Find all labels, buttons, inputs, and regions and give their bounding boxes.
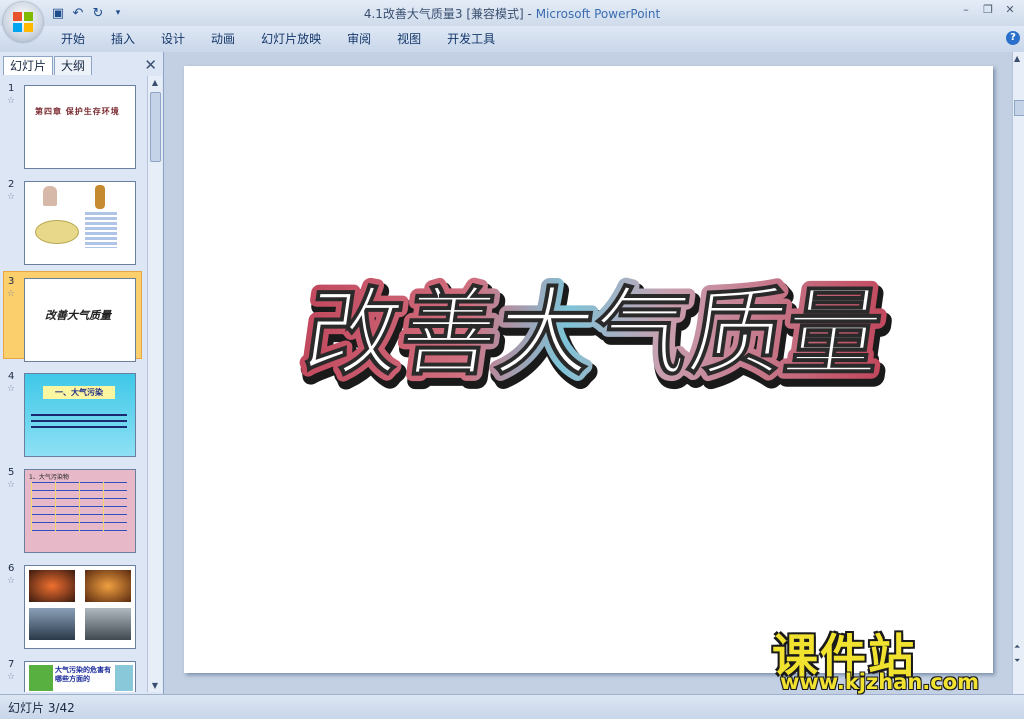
status-bar: 幻灯片 3/42: [0, 694, 1024, 719]
slide-thumbnail-6[interactable]: 6 ☆: [4, 559, 140, 649]
thumb-photo-icon: [29, 570, 75, 602]
slide-thumbnail-7[interactable]: 7 ☆ 大气污染的危害有哪些方面的: [4, 655, 140, 692]
watermark-url-text: www.kjzhan.com: [780, 670, 980, 694]
slide-thumb-image: 大气污染的危害有哪些方面的: [24, 661, 136, 692]
slide-number: 2: [8, 179, 15, 190]
help-icon[interactable]: ?: [1006, 31, 1020, 45]
thumb-pie-icon: [35, 220, 79, 244]
slide-thumbnail-3[interactable]: 3 ☆ 改善大气质量: [3, 271, 142, 362]
tab-design[interactable]: 设计: [148, 30, 198, 48]
thumb-text-lines: [31, 414, 127, 432]
tab-animation[interactable]: 动画: [198, 30, 248, 48]
slide-thumb-image: 1、大气污染物: [24, 469, 136, 553]
tab-slideshow[interactable]: 幻灯片放映: [248, 30, 334, 48]
animation-star-icon: ☆: [7, 672, 16, 682]
thumb-title-text: 改善大气质量: [45, 309, 111, 322]
document-title: 4.1改善大气质量3 [兼容模式]: [363, 7, 524, 21]
thumb-title-text: 一、大气污染: [43, 386, 115, 399]
scroll-down-icon[interactable]: ▼: [150, 681, 160, 690]
thumb-title-text: 大气污染的危害有哪些方面的: [55, 666, 111, 683]
animation-star-icon: ☆: [7, 192, 16, 202]
tab-view[interactable]: 视图: [384, 30, 434, 48]
next-slide-icon[interactable]: ⏷: [1014, 656, 1020, 666]
tab-slides[interactable]: 幻灯片: [3, 56, 54, 75]
editor-scrollbar[interactable]: ▲ ⏶ ⏷: [1012, 52, 1024, 694]
scrollbar-thumb[interactable]: [150, 92, 161, 162]
slide-thumbnail-1[interactable]: 1 ☆ 第四章 保护生存环境: [4, 79, 140, 169]
tab-insert[interactable]: 插入: [98, 30, 148, 48]
close-icon[interactable]: ✕: [1000, 2, 1020, 18]
slide-counter: 幻灯片 3/42: [8, 701, 75, 715]
minimize-icon[interactable]: –: [956, 2, 976, 18]
thumb-photo-icon: [115, 665, 133, 691]
slide-thumb-image: [24, 181, 136, 265]
slide-number: 7: [8, 659, 15, 670]
animation-star-icon: ☆: [7, 480, 16, 490]
slide-thumb-image: 一、大气污染: [24, 373, 136, 457]
tab-review[interactable]: 审阅: [334, 30, 384, 48]
thumbnails-scrollbar[interactable]: ▲ ▼: [147, 76, 162, 692]
slide-thumb-image: [24, 565, 136, 649]
slides-panel: 幻灯片 大纲 ✕ 1 ☆ 第四章 保护生存环境 2 ☆ 3 ☆ 改善大气质量 4…: [0, 52, 164, 694]
thumb-photo-icon: [85, 608, 131, 640]
thumb-table-icon: [85, 212, 117, 248]
window-controls: – ❐ ✕: [956, 2, 1020, 18]
window-title: 4.1改善大气质量3 [兼容模式] - Microsoft PowerPoint: [0, 5, 1024, 22]
scrollbar-thumb[interactable]: [1014, 100, 1024, 116]
ribbon-tabs: 开始 插入 设计 动画 幻灯片放映 审阅 视图 开发工具: [48, 30, 508, 48]
thumb-photo-icon: [29, 665, 53, 691]
thumb-figure-icon: [43, 186, 57, 206]
panel-close-icon[interactable]: ✕: [144, 56, 157, 74]
thumb-figure-icon: [95, 185, 105, 209]
slide-number: 5: [8, 467, 15, 478]
slide-thumbnail-5[interactable]: 5 ☆ 1、大气污染物: [4, 463, 140, 553]
thumb-title-text: 第四章 保护生存环境: [35, 107, 120, 116]
watermark-logo: 课件站 www.kjzhan.com: [772, 620, 1012, 696]
thumb-photo-icon: [29, 608, 75, 640]
thumb-table-icon: [31, 482, 127, 532]
animation-star-icon: ☆: [7, 576, 16, 586]
office-logo-icon: [13, 12, 33, 32]
slide-thumb-image: 第四章 保护生存环境: [24, 85, 136, 169]
app-name: Microsoft PowerPoint: [535, 7, 661, 21]
restore-icon[interactable]: ❐: [978, 2, 998, 18]
panel-tabs: 幻灯片 大纲 ✕: [0, 54, 163, 75]
slide-thumbnails: 1 ☆ 第四章 保护生存环境 2 ☆ 3 ☆ 改善大气质量 4 ☆ 一、大气污染…: [0, 76, 146, 692]
slide-number: 3: [8, 276, 15, 287]
thumb-photo-icon: [85, 570, 131, 602]
scroll-up-icon[interactable]: ▲: [1014, 54, 1020, 63]
title-bar: ▣ ↶ ↻ ▾ 4.1改善大气质量3 [兼容模式] - Microsoft Po…: [0, 0, 1024, 26]
tab-developer[interactable]: 开发工具: [434, 30, 508, 48]
scroll-up-icon[interactable]: ▲: [150, 78, 160, 87]
previous-slide-icon[interactable]: ⏶: [1014, 642, 1020, 652]
tab-outline[interactable]: 大纲: [54, 56, 93, 75]
slide-title[interactable]: 改善大气质量: [297, 276, 890, 389]
slide-thumbnail-2[interactable]: 2 ☆: [4, 175, 140, 265]
animation-star-icon: ☆: [7, 289, 16, 299]
thumb-title-text: 1、大气污染物: [29, 474, 69, 481]
slide-number: 6: [8, 563, 15, 574]
slide-title-art: 改善大气质量 改善大气质量 改善大气质量: [292, 270, 901, 402]
slide-number: 1: [8, 83, 15, 94]
title-separator: -: [523, 7, 536, 21]
slide-thumb-image: 改善大气质量: [24, 278, 136, 362]
slide-number: 4: [8, 371, 15, 382]
animation-star-icon: ☆: [7, 96, 16, 106]
ribbon: 开始 插入 设计 动画 幻灯片放映 审阅 视图 开发工具 ?: [0, 26, 1024, 53]
slide-editor: 改善大气质量 改善大气质量 改善大气质量 ▲ ⏶ ⏷: [164, 52, 1024, 694]
current-slide[interactable]: 改善大气质量 改善大气质量 改善大气质量: [184, 66, 993, 673]
office-button[interactable]: [3, 2, 43, 42]
animation-star-icon: ☆: [7, 384, 16, 394]
tab-home[interactable]: 开始: [48, 30, 98, 48]
slide-thumbnail-4[interactable]: 4 ☆ 一、大气污染: [4, 367, 140, 457]
